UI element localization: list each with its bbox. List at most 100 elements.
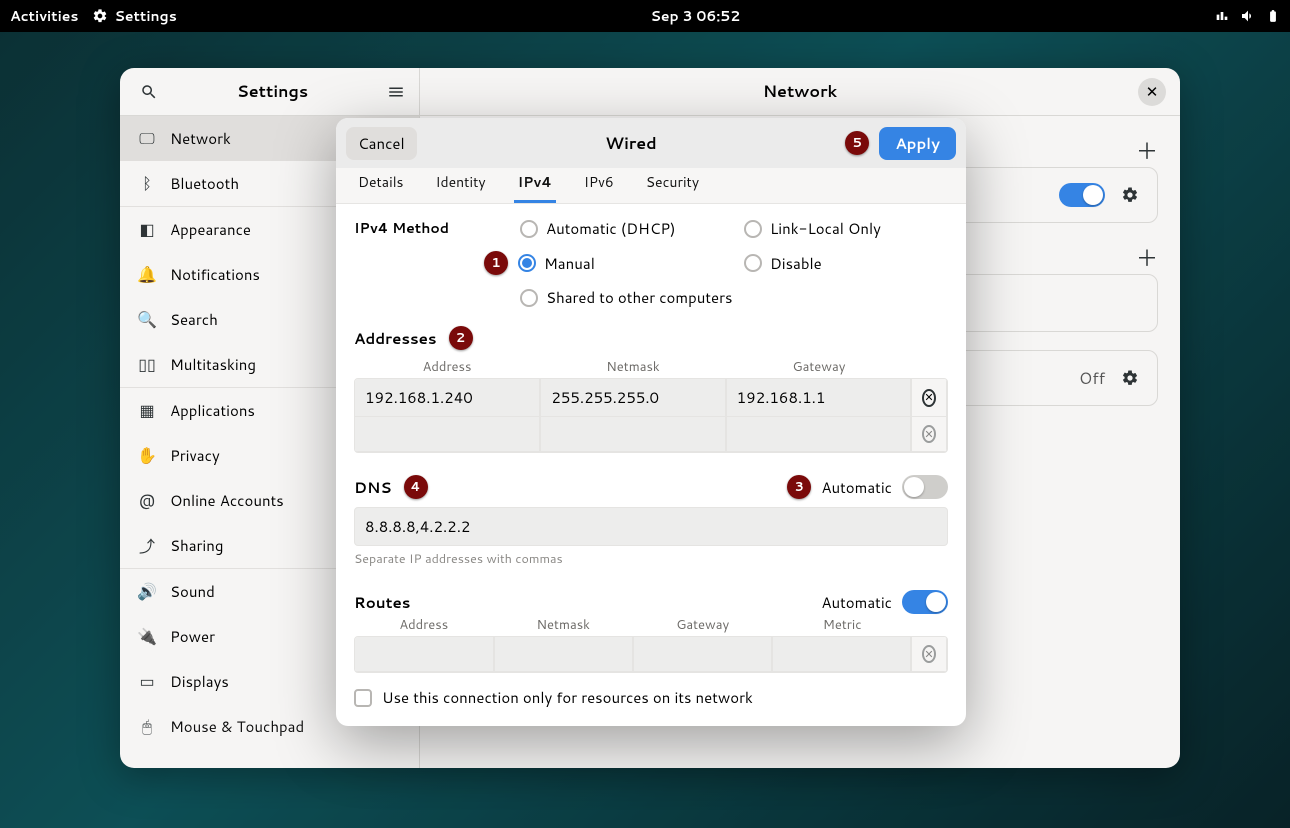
table-row: ✕ [355, 637, 947, 672]
col-address: Address [354, 358, 540, 376]
sidebar-item-label: Sound [170, 581, 215, 602]
gear-icon [92, 8, 108, 24]
radio-icon [520, 289, 538, 307]
hamburger-icon[interactable] [381, 77, 411, 107]
content-header: Network ✕ [420, 68, 1180, 116]
topbar: Activities Settings Sep 3 06:52 [0, 0, 1290, 32]
activities-button[interactable]: Activities [10, 6, 78, 26]
col-netmask: Netmask [494, 616, 634, 634]
routes-automatic-toggle[interactable] [902, 590, 948, 614]
radio-link-local[interactable]: Link-Local Only [744, 218, 948, 239]
page-title: Network [462, 80, 1138, 103]
clock[interactable]: Sep 3 06:52 [650, 6, 740, 26]
radio-icon [744, 254, 762, 272]
sidebar-item-label: Mouse & Touchpad [170, 716, 304, 737]
callout-5: 5 [845, 131, 869, 155]
route-metric-input[interactable] [772, 637, 911, 672]
tab-identity[interactable]: Identity [432, 164, 490, 203]
dialog-body: IPv4 Method Automatic (DHCP) Link-Local … [336, 204, 966, 726]
remove-icon: ✕ [922, 425, 936, 443]
close-icon[interactable]: ✕ [1138, 78, 1166, 106]
dialog-tabs: Details Identity IPv4 IPv6 Security [336, 168, 966, 204]
hand-icon: ✋ [138, 447, 156, 465]
radio-label: Shared to other computers [546, 287, 732, 308]
proxy-settings-button[interactable] [1117, 365, 1143, 391]
netmask-input[interactable] [540, 417, 725, 452]
sidebar-item-label: Appearance [170, 219, 251, 240]
col-gateway: Gateway [633, 616, 773, 634]
wired-settings-button[interactable] [1117, 182, 1143, 208]
dns-label: DNS [354, 477, 392, 498]
address-input[interactable] [355, 417, 540, 452]
gateway-input[interactable]: 192.168.1.1 [726, 379, 911, 417]
remove-row-button[interactable]: ✕ [911, 417, 947, 452]
share-icon: ⤴ [138, 537, 156, 555]
sidebar-item-label: Privacy [170, 445, 220, 466]
sidebar-item-label: Search [170, 309, 218, 330]
search-icon[interactable] [134, 77, 164, 107]
multitask-icon: ▯▯ [138, 356, 156, 374]
dns-hint: Separate IP addresses with commas [354, 550, 948, 568]
cancel-button[interactable]: Cancel [346, 127, 417, 160]
route-gateway-input[interactable] [633, 637, 772, 672]
sidebar-item-label: Notifications [170, 264, 260, 285]
sidebar-item-label: Bluetooth [170, 173, 239, 194]
col-gateway: Gateway [726, 358, 912, 376]
sidebar-header: Settings [120, 68, 419, 116]
wired-dialog: Cancel Wired 5 Apply Details Identity IP… [336, 118, 966, 726]
sound-icon: 🔊 [138, 583, 156, 601]
sidebar-title: Settings [164, 80, 381, 103]
address-input[interactable]: 192.168.1.240 [355, 379, 540, 417]
volume-tray-icon[interactable] [1240, 8, 1256, 24]
sidebar-item-label: Applications [170, 400, 255, 421]
tab-ipv4[interactable]: IPv4 [514, 164, 556, 203]
dialog-title: Wired [605, 132, 656, 155]
callout-4: 4 [404, 475, 428, 499]
remove-row-button[interactable]: ✕ [911, 379, 947, 417]
route-netmask-input[interactable] [494, 637, 633, 672]
tab-details[interactable]: Details [354, 164, 408, 203]
radio-icon [518, 254, 536, 272]
routes-header: Address Netmask Gateway Metric [354, 614, 948, 636]
radio-shared[interactable]: Shared to other computers [520, 287, 948, 308]
netmask-input[interactable]: 255.255.255.0 [540, 379, 725, 417]
route-address-input[interactable] [355, 637, 494, 672]
resources-only-checkbox[interactable] [354, 689, 372, 707]
add-wired-button[interactable]: ＋ [1136, 134, 1158, 167]
radio-manual[interactable]: Manual [518, 253, 595, 274]
radio-auto[interactable]: Automatic (DHCP) [520, 218, 724, 239]
addresses-table: 192.168.1.240 255.255.255.0 192.168.1.1 … [354, 378, 948, 453]
radio-icon [744, 220, 762, 238]
bluetooth-icon: ᛒ [138, 175, 156, 193]
remove-row-button[interactable]: ✕ [911, 637, 947, 672]
addresses-section: Addresses 2 Address Netmask Gateway 192.… [354, 326, 948, 453]
sidebar-item-label: Sharing [170, 535, 223, 556]
tab-ipv6[interactable]: IPv6 [580, 164, 618, 203]
network-tray-icon[interactable] [1214, 8, 1230, 24]
gateway-input[interactable] [726, 417, 911, 452]
table-row: 192.168.1.240 255.255.255.0 192.168.1.1 … [355, 379, 947, 417]
dialog-header: Cancel Wired 5 Apply [336, 118, 966, 168]
routes-section-header: Routes Automatic [354, 590, 948, 614]
appearance-icon: ◧ [138, 221, 156, 239]
automatic-label: Automatic [821, 477, 892, 498]
addresses-header: Address Netmask Gateway [354, 356, 948, 378]
col-address: Address [354, 616, 494, 634]
radio-disable[interactable]: Disable [744, 251, 948, 275]
automatic-label: Automatic [821, 592, 892, 613]
tab-security[interactable]: Security [642, 164, 703, 203]
apply-button[interactable]: Apply [879, 127, 956, 160]
wired-toggle[interactable] [1059, 183, 1105, 207]
dns-section-header: DNS 4 3 Automatic [354, 475, 948, 499]
battery-tray-icon[interactable] [1266, 8, 1280, 24]
topbar-settings[interactable]: Settings [92, 6, 176, 26]
add-vpn-button[interactable]: ＋ [1136, 241, 1158, 274]
dns-input[interactable]: 8.8.8.8,4.2.2.2 [354, 507, 948, 546]
sidebar-item-label: Displays [170, 671, 229, 692]
resources-only-row: Use this connection only for resources o… [354, 687, 948, 708]
sidebar-item-label: Network [170, 128, 231, 149]
dns-automatic-toggle[interactable] [902, 475, 948, 499]
ipv4-method-label: IPv4 Method [354, 218, 494, 308]
topbar-settings-label: Settings [114, 6, 176, 26]
at-icon: @ [138, 492, 156, 510]
